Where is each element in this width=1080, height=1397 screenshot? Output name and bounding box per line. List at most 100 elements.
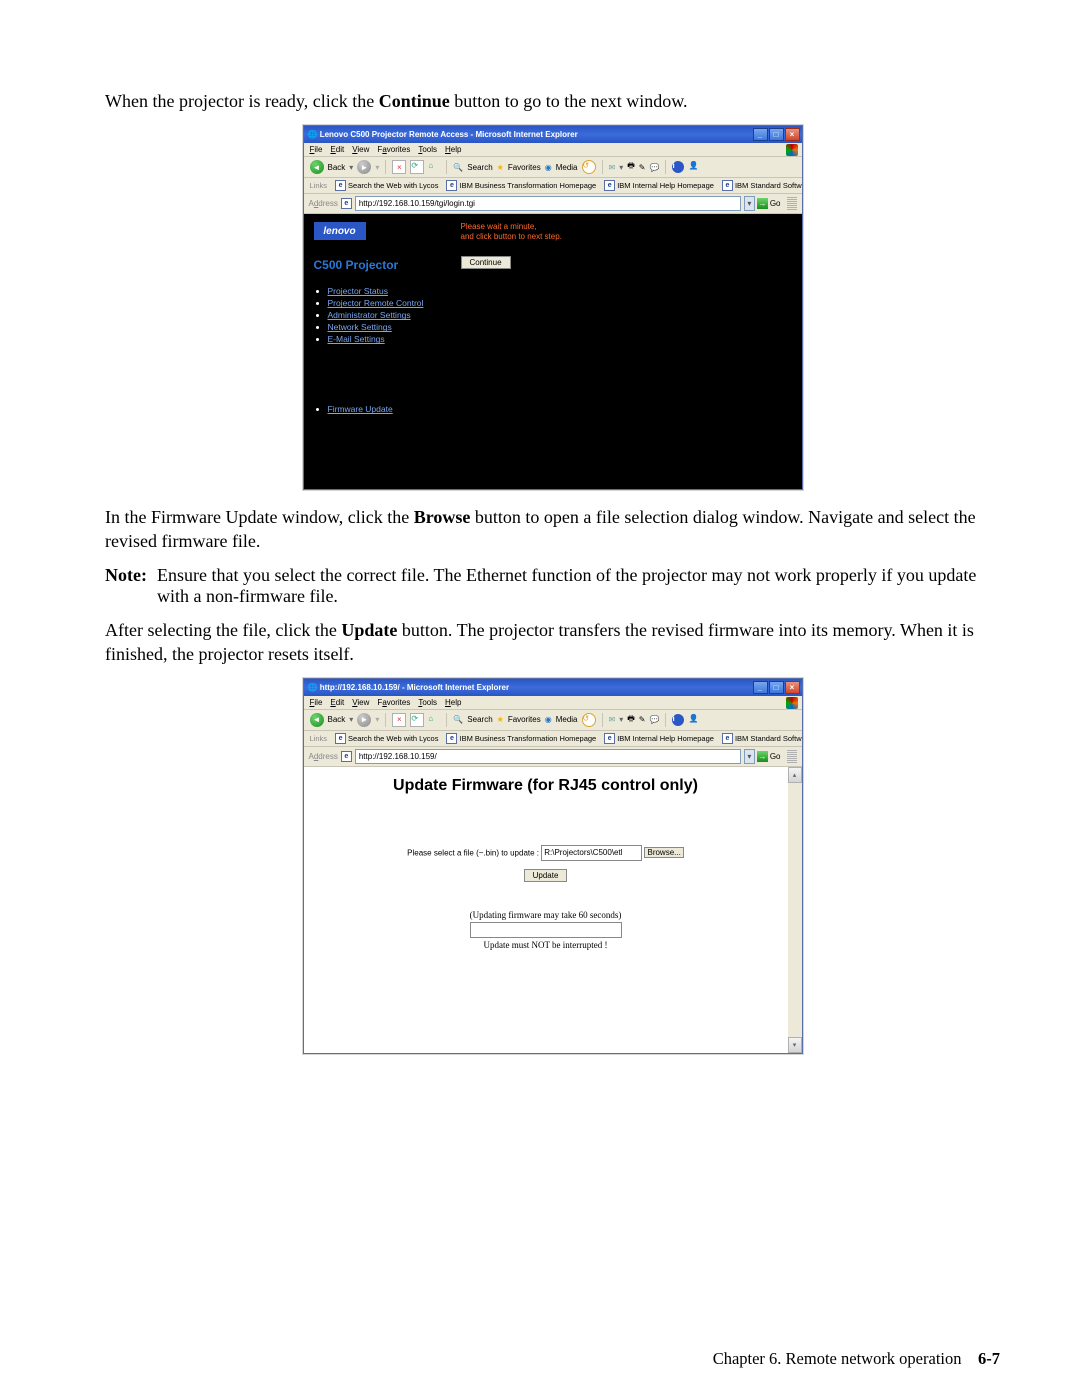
menu-tools[interactable]: Tools: [418, 698, 437, 707]
print-icon[interactable]: 🖶: [627, 713, 635, 727]
back-label[interactable]: Back: [328, 715, 346, 724]
messenger-icon[interactable]: 👤: [688, 161, 700, 173]
search-icon[interactable]: 🔍: [453, 715, 463, 724]
close-button[interactable]: ×: [785, 128, 800, 141]
nav-projector-status[interactable]: Projector Status: [328, 286, 388, 296]
nav-remote-control[interactable]: Projector Remote Control: [328, 298, 424, 308]
refresh-icon[interactable]: ⟳: [410, 713, 424, 727]
scrollbar[interactable]: ▴ ▾: [788, 767, 802, 1053]
menu-edit[interactable]: Edit: [330, 145, 344, 154]
info-icon[interactable]: i: [672, 714, 684, 726]
menu-file[interactable]: File: [310, 145, 323, 154]
window-title: Lenovo C500 Projector Remote Access - Mi…: [320, 130, 753, 139]
nav-network-settings[interactable]: Network Settings: [328, 322, 392, 332]
minimize-button[interactable]: _: [753, 681, 768, 694]
home-icon[interactable]: ⌂: [428, 161, 440, 173]
media-label[interactable]: Media: [556, 715, 578, 724]
page-icon: e: [341, 198, 352, 209]
media-label[interactable]: Media: [556, 163, 578, 172]
nav-firmware-update[interactable]: Firmware Update: [328, 404, 393, 414]
favorites-icon[interactable]: ★: [497, 163, 504, 172]
print-icon[interactable]: 🖶: [627, 160, 635, 174]
stop-icon[interactable]: ×: [392, 160, 406, 174]
search-icon[interactable]: 🔍: [453, 163, 463, 172]
discuss-icon[interactable]: 💬: [650, 715, 660, 724]
continue-button[interactable]: Continue: [461, 256, 511, 269]
footer-chapter: Chapter 6. Remote network operation: [713, 1349, 962, 1368]
info-icon[interactable]: i: [672, 161, 684, 173]
go-icon[interactable]: →: [757, 198, 768, 209]
title-bar-2: 🌐 http://192.168.10.159/ - Microsoft Int…: [304, 679, 802, 696]
link-installer[interactable]: eIBM Standard Software Installer: [722, 180, 802, 191]
scroll-up-icon[interactable]: ▴: [788, 767, 802, 783]
messenger-icon[interactable]: 👤: [688, 714, 700, 726]
sidebar: lenovo C500 Projector Projector Status P…: [304, 214, 451, 489]
search-label[interactable]: Search: [467, 715, 492, 724]
go-icon[interactable]: →: [757, 751, 768, 762]
menu-edit[interactable]: Edit: [330, 698, 344, 707]
favorites-label[interactable]: Favorites: [508, 715, 541, 724]
go-label[interactable]: Go: [770, 199, 781, 208]
menu-view[interactable]: View: [352, 698, 369, 707]
menu-file[interactable]: File: [310, 698, 323, 707]
search-label[interactable]: Search: [467, 163, 492, 172]
edit-icon[interactable]: ✎: [639, 715, 646, 724]
history-icon[interactable]: ↺: [582, 160, 596, 174]
media-icon[interactable]: ◉: [545, 715, 552, 724]
address-input[interactable]: [355, 196, 741, 211]
media-icon[interactable]: ◉: [545, 163, 552, 172]
link-installer[interactable]: eIBM Standard Software Installer: [722, 733, 802, 744]
address-dropdown[interactable]: ▾: [744, 196, 755, 211]
links-label: Links: [310, 181, 328, 190]
home-icon[interactable]: ⌂: [428, 714, 440, 726]
edit-icon[interactable]: ✎: [639, 163, 646, 172]
link-help[interactable]: eIBM Internal Help Homepage: [604, 733, 714, 744]
menu-favorites[interactable]: Favorites: [377, 698, 410, 707]
favorites-label[interactable]: Favorites: [508, 163, 541, 172]
go-label[interactable]: Go: [770, 752, 781, 761]
ie-logo-icon: [786, 697, 798, 709]
address-input-2[interactable]: [355, 749, 741, 764]
forward-icon[interactable]: ►: [357, 160, 371, 174]
address-dropdown[interactable]: ▾: [744, 749, 755, 764]
mail-icon[interactable]: ✉: [609, 163, 616, 172]
close-button[interactable]: ×: [785, 681, 800, 694]
address-label: Address: [309, 199, 338, 208]
back-icon[interactable]: ◄: [310, 713, 324, 727]
menu-tools[interactable]: Tools: [418, 145, 437, 154]
page-footer: Chapter 6. Remote network operation 6-7: [713, 1349, 1000, 1369]
mail-icon[interactable]: ✉: [609, 715, 616, 724]
link-lycos[interactable]: eSearch the Web with Lycos: [335, 180, 438, 191]
back-icon[interactable]: ◄: [310, 160, 324, 174]
discuss-icon[interactable]: 💬: [650, 163, 660, 172]
address-bar-2: Address e ▾ → Go: [304, 747, 802, 767]
maximize-button[interactable]: □: [769, 681, 784, 694]
file-path-input[interactable]: [541, 845, 642, 861]
menu-help[interactable]: Help: [445, 698, 461, 707]
refresh-icon[interactable]: ⟳: [410, 160, 424, 174]
link-biztrans[interactable]: eIBM Business Transformation Homepage: [446, 733, 596, 744]
menu-favorites[interactable]: Favorites: [377, 145, 410, 154]
toolbar: ◄ Back ▾ ► ▾ × ⟳ ⌂ 🔍 Search ★ Favorites …: [304, 157, 802, 178]
stop-icon[interactable]: ×: [392, 713, 406, 727]
update-button[interactable]: Update: [524, 869, 568, 882]
scroll-down-icon[interactable]: ▾: [788, 1037, 802, 1053]
link-biztrans[interactable]: eIBM Business Transformation Homepage: [446, 180, 596, 191]
para1: When the projector is ready, click the C…: [105, 90, 1000, 113]
update-warning: Update must NOT be interrupted !: [304, 940, 788, 950]
browse-button[interactable]: Browse...: [644, 847, 683, 858]
nav-email-settings[interactable]: E-Mail Settings: [328, 334, 385, 344]
link-lycos[interactable]: eSearch the Web with Lycos: [335, 733, 438, 744]
nav-admin-settings[interactable]: Administrator Settings: [328, 310, 411, 320]
favorites-icon[interactable]: ★: [497, 715, 504, 724]
back-label[interactable]: Back: [328, 163, 346, 172]
menu-help[interactable]: Help: [445, 145, 461, 154]
ie-logo-icon: [786, 144, 798, 156]
menu-bar: File Edit View Favorites Tools Help: [304, 143, 802, 157]
minimize-button[interactable]: _: [753, 128, 768, 141]
link-help[interactable]: eIBM Internal Help Homepage: [604, 180, 714, 191]
menu-view[interactable]: View: [352, 145, 369, 154]
history-icon[interactable]: ↺: [582, 713, 596, 727]
forward-icon[interactable]: ►: [357, 713, 371, 727]
maximize-button[interactable]: □: [769, 128, 784, 141]
